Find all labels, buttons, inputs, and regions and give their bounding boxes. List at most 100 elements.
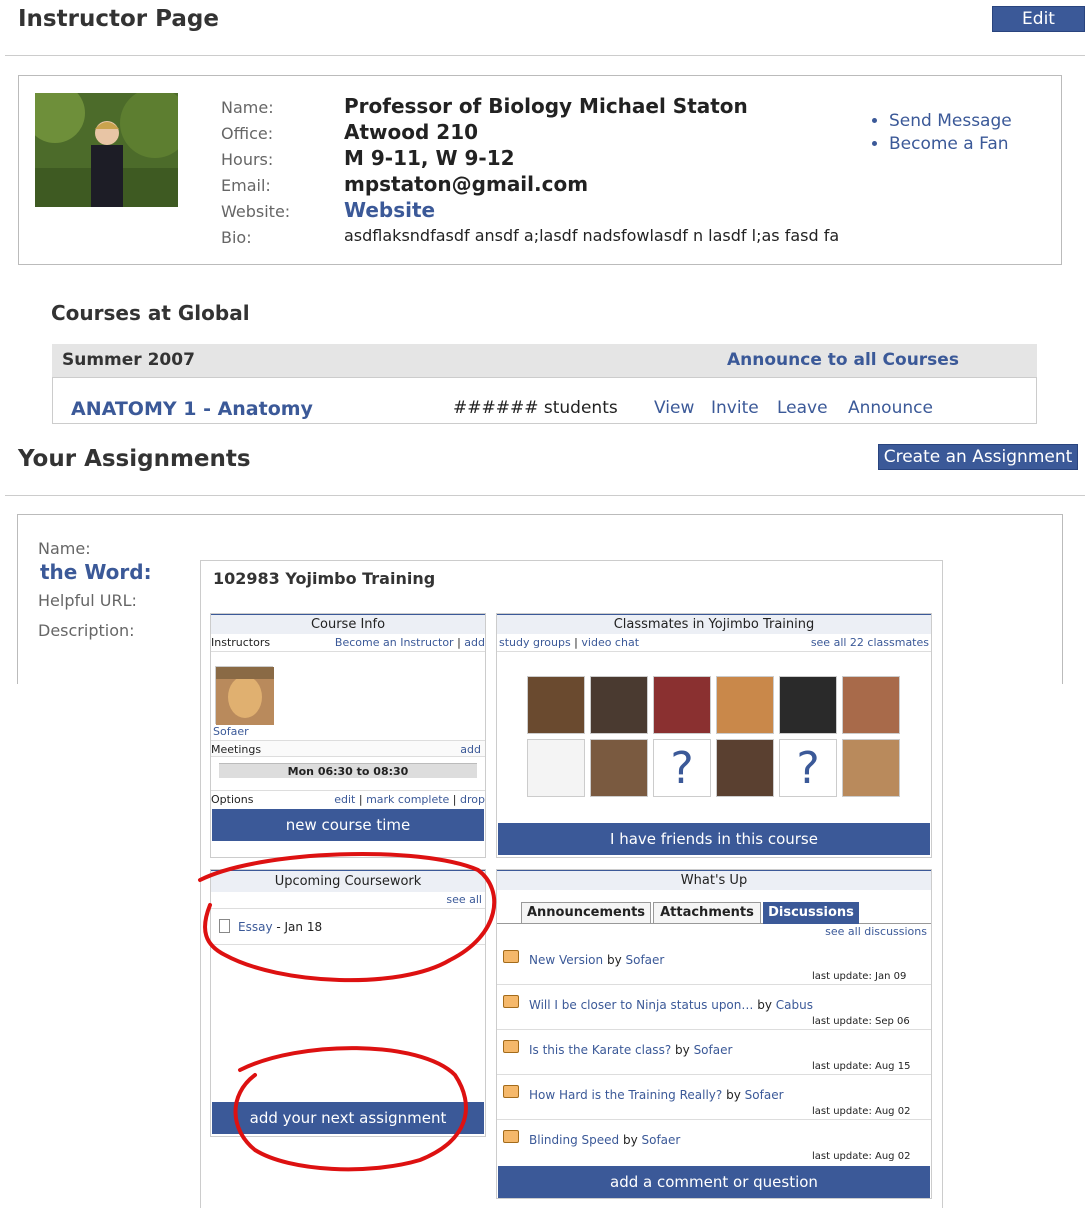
term-bar: Summer 2007 Announce to all Courses [52, 344, 1037, 378]
classmate-avatar[interactable] [527, 739, 585, 797]
instructor-office: Atwood 210 [344, 120, 479, 144]
student-count: ###### students [453, 398, 618, 418]
course-page-title: 102983 Yojimbo Training [213, 569, 436, 588]
classmate-avatar[interactable] [590, 676, 648, 734]
thread-by: by [622, 1133, 638, 1147]
coursework-see-all-link[interactable]: see all [211, 892, 485, 909]
thread-by: by [675, 1043, 690, 1057]
thread-title[interactable]: New Version [529, 953, 603, 967]
send-message-link[interactable]: Send Message [889, 110, 1012, 133]
classmate-avatar[interactable] [842, 739, 900, 797]
see-all-discussions-link[interactable]: see all discussions [497, 924, 931, 940]
unknown-avatar-icon[interactable]: ? [779, 739, 837, 797]
announce-all-link[interactable]: Announce to all Courses [727, 350, 959, 370]
office-label: Office: [221, 124, 274, 143]
courses-heading: Courses at Global [51, 301, 250, 325]
add-instructor-link[interactable]: add [464, 636, 485, 649]
classmate-grid: ? ? [527, 676, 907, 797]
tab-discussions[interactable]: Discussions [763, 902, 859, 924]
discussion-icon [503, 1130, 519, 1143]
add-meeting-link[interactable]: add [460, 741, 481, 756]
instructor-website-link[interactable]: Website [344, 197, 839, 223]
description-label: Description: [38, 621, 135, 640]
thread-title[interactable]: Will I be closer to Ninja status upon… [529, 998, 753, 1012]
create-assignment-button[interactable]: Create an Assignment [878, 444, 1078, 470]
essay-link[interactable]: Essay [238, 920, 273, 934]
classmate-avatar[interactable] [527, 676, 585, 734]
become-instructor-link[interactable]: Become an Instructor [335, 636, 454, 649]
assignments-title: Your Assignments [18, 446, 251, 472]
thread-last-update: last update: Sep 06 [812, 1016, 910, 1027]
course-page-panel: 102983 Yojimbo Training Course Info Inst… [200, 560, 943, 1208]
course-row: ANATOMY 1 - Anatomy ###### students View… [52, 378, 1037, 424]
unknown-avatar-icon[interactable]: ? [653, 739, 711, 797]
course-info-panel: Course Info Instructors Become an Instru… [210, 613, 486, 858]
course-name-link[interactable]: ANATOMY 1 - Anatomy [71, 398, 313, 420]
discussion-thread[interactable]: How Hard is the Training Really? by Sofa… [497, 1075, 931, 1120]
discussion-icon [503, 950, 519, 963]
coursework-heading: Upcoming Coursework [211, 870, 485, 892]
thread-last-update: last update: Aug 02 [812, 1106, 911, 1117]
discussion-icon [503, 1085, 519, 1098]
classmate-avatar[interactable] [590, 739, 648, 797]
term-label: Summer 2007 [62, 350, 195, 370]
tab-announcements[interactable]: Announcements [521, 902, 651, 924]
thread-author[interactable]: Sofaer [745, 1088, 784, 1102]
thread-author[interactable]: Sofaer [694, 1043, 733, 1057]
study-groups-link[interactable]: study groups [499, 636, 571, 649]
coursework-panel: Upcoming Coursework see all Essay - Jan … [210, 869, 486, 1137]
thread-by: by [726, 1088, 741, 1102]
course-announce-link[interactable]: Announce [848, 398, 933, 418]
tab-attachments[interactable]: Attachments [653, 902, 761, 924]
classmates-heading: Classmates in Yojimbo Training [497, 614, 931, 634]
classmate-avatar[interactable] [716, 676, 774, 734]
discussion-thread[interactable]: New Version by Sofaer last update: Jan 0… [497, 940, 931, 985]
thread-author[interactable]: Sofaer [626, 953, 665, 967]
assignment-name-value[interactable]: the Word: [40, 560, 152, 584]
email-label: Email: [221, 176, 271, 195]
become-fan-link[interactable]: Become a Fan [889, 133, 1012, 156]
video-chat-link[interactable]: video chat [581, 636, 639, 649]
instructor-photo [35, 93, 178, 207]
meetings-label: Meetings [211, 743, 262, 756]
thread-last-update: last update: Jan 09 [812, 971, 907, 982]
new-course-time-button[interactable]: new course time [212, 809, 484, 841]
thread-last-update: last update: Aug 02 [812, 1151, 911, 1162]
course-invite-link[interactable]: Invite [711, 398, 759, 418]
drop-course-link[interactable]: drop [460, 793, 485, 806]
discussion-thread[interactable]: Is this the Karate class? by Sofaer last… [497, 1030, 931, 1075]
divider [5, 495, 1085, 496]
classmate-avatar[interactable] [842, 676, 900, 734]
thread-title[interactable]: Is this the Karate class? [529, 1043, 671, 1057]
edit-button[interactable]: Edit [992, 6, 1085, 32]
course-info-heading: Course Info [211, 614, 485, 634]
thread-by: by [757, 998, 772, 1012]
thread-author[interactable]: Cabus [776, 998, 813, 1012]
friends-in-course-button[interactable]: I have friends in this course [498, 823, 930, 855]
classmate-avatar[interactable] [779, 676, 837, 734]
thread-title[interactable]: Blinding Speed [529, 1133, 619, 1147]
discussion-thread[interactable]: Blinding Speed by Sofaer last update: Au… [497, 1120, 931, 1165]
add-comment-button[interactable]: add a comment or question [498, 1166, 930, 1198]
thread-author[interactable]: Sofaer [642, 1133, 681, 1147]
helpful-url-label: Helpful URL: [38, 591, 137, 610]
instructor-avatar[interactable] [215, 666, 274, 725]
instructors-label: Instructors [211, 636, 271, 649]
see-all-classmates-link[interactable]: see all 22 classmates [811, 634, 929, 651]
discussion-icon [503, 1040, 519, 1053]
assignment-name-label: Name: [38, 539, 91, 558]
instructor-link[interactable]: Sofaer [213, 724, 485, 740]
course-leave-link[interactable]: Leave [777, 398, 828, 418]
classmate-avatar[interactable] [653, 676, 711, 734]
course-view-link[interactable]: View [654, 398, 694, 418]
edit-course-link[interactable]: edit [334, 793, 355, 806]
options-label: Options [211, 793, 254, 806]
thread-title[interactable]: How Hard is the Training Really? [529, 1088, 722, 1102]
classmate-avatar[interactable] [716, 739, 774, 797]
add-assignment-button[interactable]: add your next assignment [212, 1102, 484, 1134]
instructor-bio: asdflaksndfasdf ansdf a;lasdf nadsfowlas… [344, 226, 840, 245]
name-label: Name: [221, 98, 274, 117]
discussion-thread[interactable]: Will I be closer to Ninja status upon… b… [497, 985, 931, 1030]
mark-complete-link[interactable]: mark complete [366, 793, 449, 806]
hours-label: Hours: [221, 150, 274, 169]
